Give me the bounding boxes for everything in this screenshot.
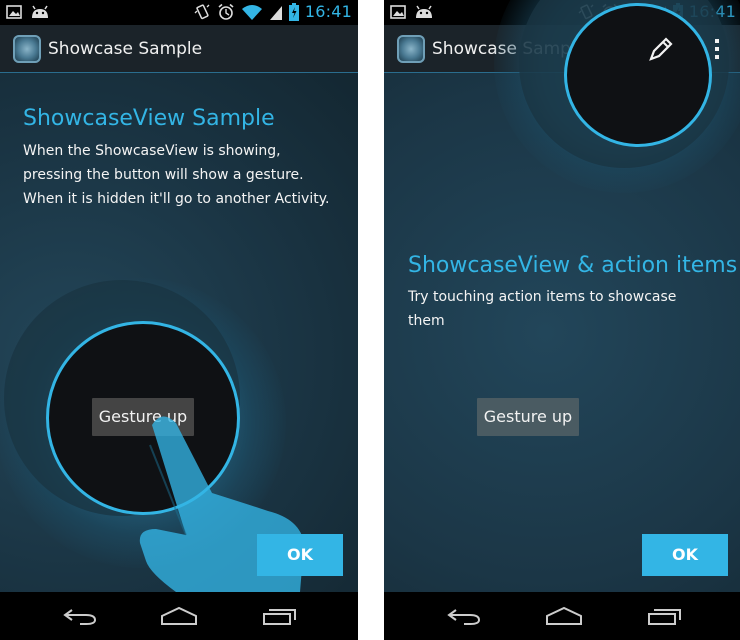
action-bar: Showcase Sample [0,25,358,74]
app-icon[interactable] [13,35,41,63]
wifi-icon [241,4,262,20]
description-line: them [408,313,445,329]
vibrate-icon [194,3,210,19]
recent-apps-icon[interactable] [647,606,683,626]
description-line: Try touching action items to showcase [408,289,677,305]
ok-button[interactable]: OK [642,534,728,576]
screen-left: 16:41 Showcase Sample ShowcaseView Sampl… [0,0,358,640]
showcase-ring[interactable] [564,3,712,147]
back-icon[interactable] [446,606,482,626]
app-icon[interactable] [397,35,425,63]
navigation-bar [384,592,740,640]
back-icon[interactable] [62,606,98,626]
status-bar: 16:41 [0,0,358,25]
alarm-icon [218,3,234,20]
content-area: ShowcaseView Sample When the ShowcaseVie… [0,73,358,592]
signal-icon [269,5,282,20]
image-icon [6,5,22,19]
app-title: Showcase Sample [48,39,203,59]
recent-apps-icon[interactable] [262,606,298,626]
hand-gesture-icon [139,416,304,592]
home-icon[interactable] [545,606,583,626]
page-heading: ShowcaseView & action items [408,253,738,278]
navigation-bar [0,592,358,640]
content-area: ShowcaseView & action items Try touching… [384,0,740,592]
screen-right: 16:41 Showcase Sample ShowcaseView & act… [384,0,740,640]
android-icon [416,5,432,18]
battery-icon [288,2,299,21]
description: Try touching action items to showcase th… [408,285,728,333]
status-time: 16:41 [304,2,352,21]
image-icon [390,5,406,19]
android-icon [32,5,48,18]
ok-button[interactable]: OK [257,534,343,576]
gesture-up-button[interactable]: Gesture up [477,398,579,436]
home-icon[interactable] [160,606,198,626]
